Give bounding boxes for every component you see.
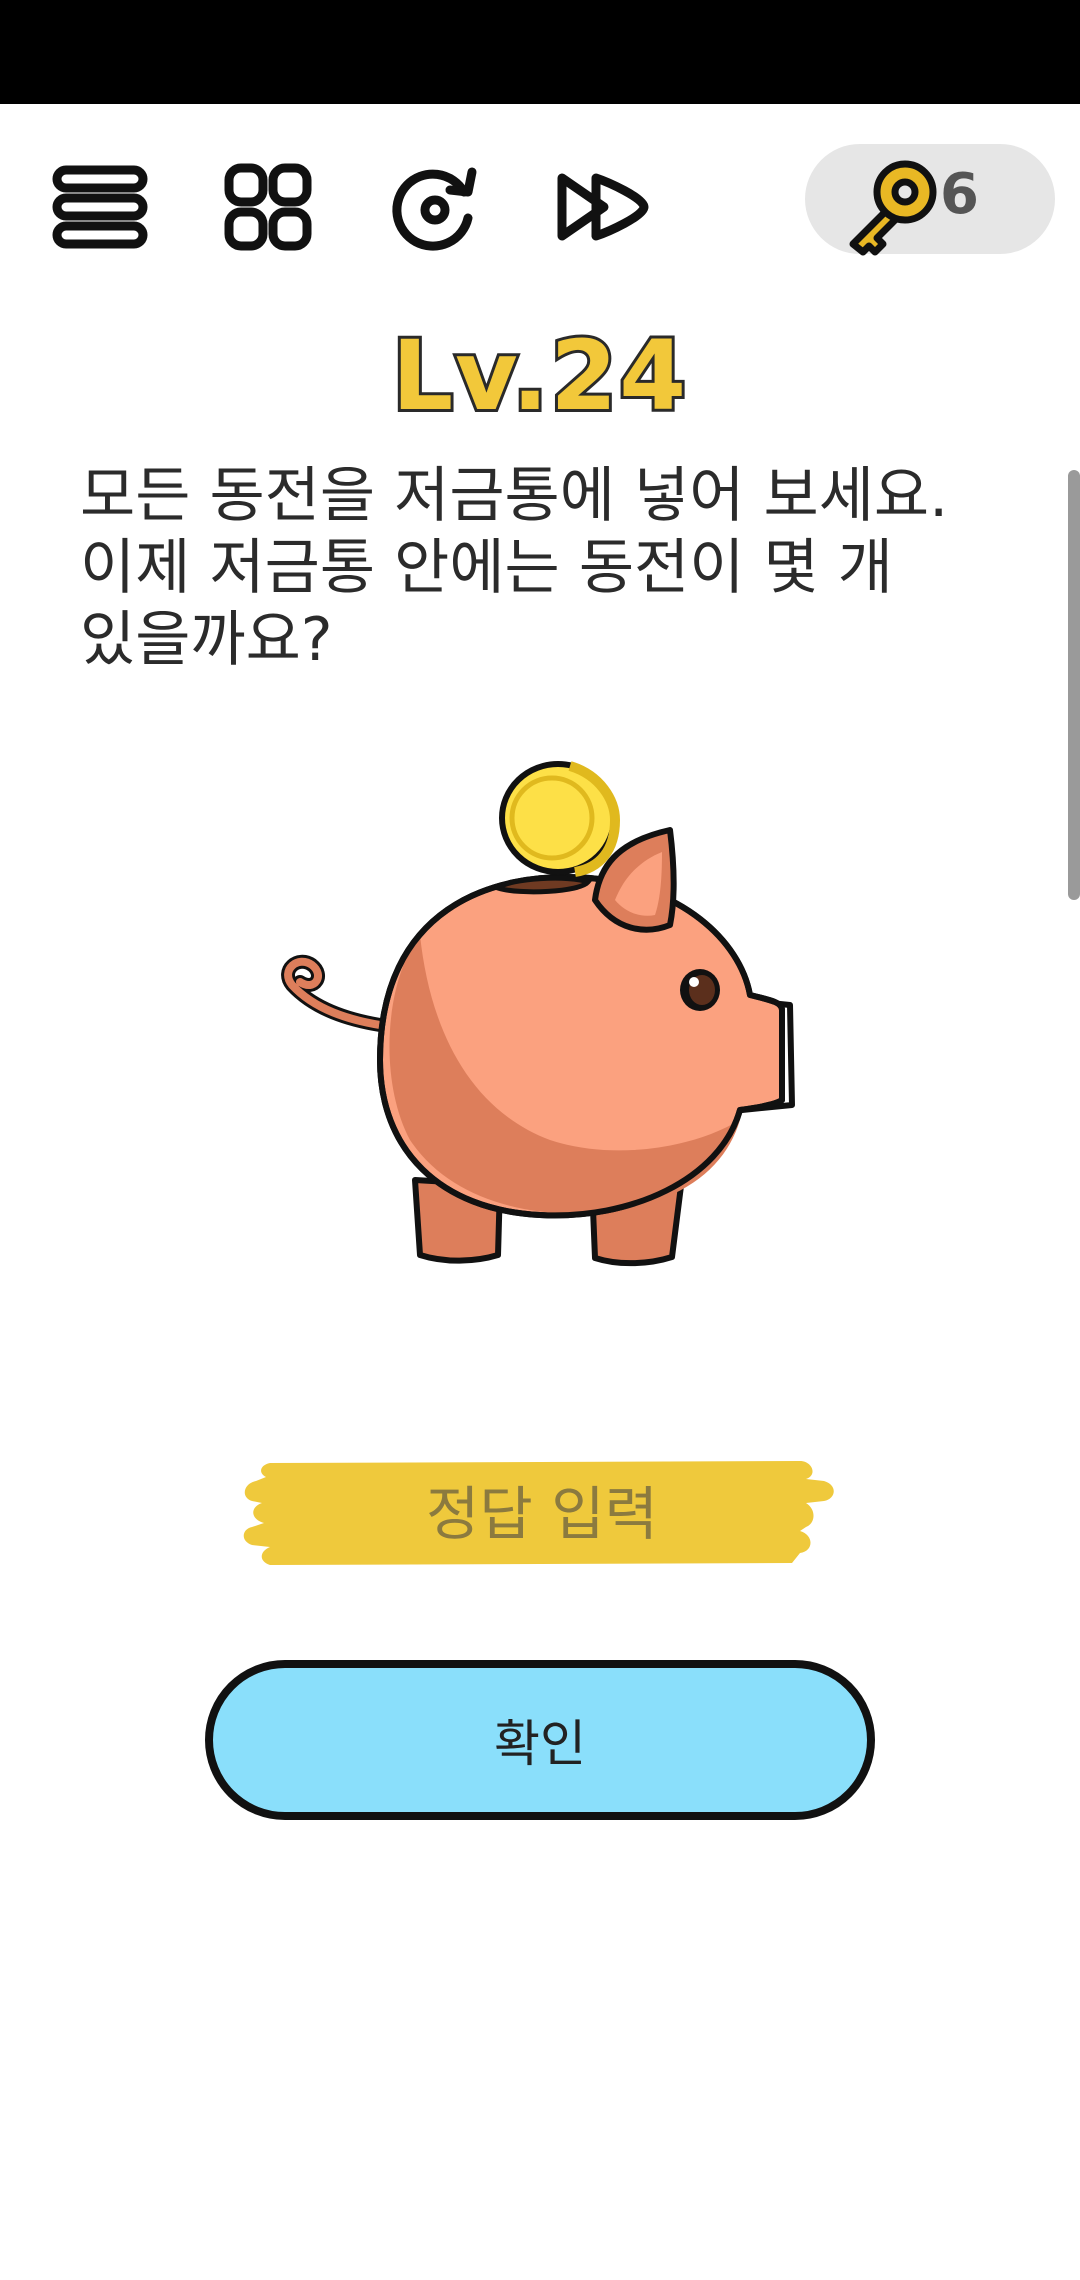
piggy-bank-image bbox=[281, 761, 795, 1267]
question-line-2: 이제 저금통 안에는 동전이 몇 개 bbox=[80, 533, 893, 603]
scrollbar[interactable] bbox=[1068, 470, 1080, 900]
confirm-button[interactable]: 확인 bbox=[205, 1660, 875, 1820]
restart-button[interactable] bbox=[380, 152, 490, 262]
menu-icon bbox=[52, 165, 148, 249]
grid-icon bbox=[224, 163, 312, 251]
question-line-3: 있을까요? bbox=[80, 605, 333, 675]
question-text: 모든 동전을 저금통에 넣어 보세요. 이제 저금통 안에는 동전이 몇 개 있… bbox=[80, 460, 1020, 676]
skip-button[interactable] bbox=[548, 152, 658, 262]
fast-forward-icon bbox=[557, 173, 649, 241]
coin-slot bbox=[492, 875, 593, 895]
answer-input-field[interactable] bbox=[240, 1455, 840, 1572]
keys-counter[interactable]: 6 bbox=[805, 144, 1055, 256]
answer-input[interactable] bbox=[270, 1455, 814, 1572]
confirm-button-label: 확인 bbox=[494, 1715, 586, 1773]
toolbar: 6 bbox=[0, 104, 1080, 294]
status-bar bbox=[0, 0, 1080, 104]
levels-button[interactable] bbox=[213, 152, 323, 262]
question-line-1: 모든 동전을 저금통에 넣어 보세요. bbox=[80, 461, 949, 531]
level-title: Lv.24 bbox=[389, 317, 689, 435]
key-count: 6 bbox=[940, 162, 979, 227]
menu-button[interactable] bbox=[45, 152, 155, 262]
piggy-bank-illustration[interactable] bbox=[270, 760, 810, 1280]
restart-icon bbox=[392, 167, 477, 251]
key-icon bbox=[849, 160, 937, 256]
